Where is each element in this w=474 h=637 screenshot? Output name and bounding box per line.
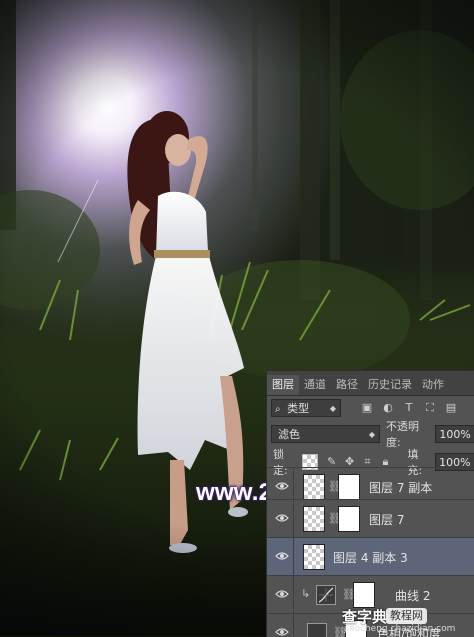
site-badge-url: jiaocheng.chazidian.com xyxy=(344,624,456,634)
updown-arrow-icon: ◆ xyxy=(329,404,336,413)
filter-kind-select[interactable]: ⌕ 类型 ◆ xyxy=(271,399,341,417)
search-icon: ⌕ xyxy=(275,404,281,415)
tab-layers[interactable]: 图层 xyxy=(267,375,299,395)
tab-actions[interactable]: 动作 xyxy=(417,375,449,395)
panel-tabs: 图层 通道 路径 历史记录 动作 xyxy=(267,371,474,396)
curves-adjustment-icon xyxy=(316,585,336,605)
layer-row[interactable]: ⛓ 图层 7 xyxy=(267,499,474,538)
tab-channels[interactable]: 通道 xyxy=(299,375,331,395)
eye-icon[interactable] xyxy=(275,481,289,491)
divider xyxy=(293,500,294,538)
layers-panel: 图层 通道 路径 历史记录 动作 ⌕ 类型 ◆ ▣ ◐ T ⛶ ▤ 滤色 ◆ 不… xyxy=(266,370,474,637)
blend-mode-value: 滤色 xyxy=(278,428,300,441)
layer-thumbnail xyxy=(303,474,325,500)
updown-arrow-icon: ◆ xyxy=(368,430,376,439)
site-badge-pill: 教程网 xyxy=(386,608,427,624)
layer-thumbnail xyxy=(303,506,325,532)
eye-icon[interactable] xyxy=(275,589,289,599)
tab-paths[interactable]: 路径 xyxy=(331,375,363,395)
layer-name: 图层 4 副本 3 xyxy=(333,551,408,565)
eye-icon[interactable] xyxy=(275,551,289,561)
smart-object-filter-icon[interactable]: ▤ xyxy=(445,402,457,414)
layer-mask-thumbnail[interactable] xyxy=(338,474,360,500)
divider xyxy=(293,538,294,576)
type-filter-icon[interactable]: T xyxy=(403,402,415,414)
blend-row: 滤色 ◆ 不透明度: 100% xyxy=(267,420,474,449)
eye-icon[interactable] xyxy=(275,513,289,523)
clipping-arrow-icon: ↳ xyxy=(301,587,311,600)
layer-mask-thumbnail[interactable] xyxy=(338,506,360,532)
layer-row-selected[interactable]: 图层 4 副本 3 xyxy=(267,537,474,576)
site-badge: 查字典 教程网 jiaocheng.chazidian.com xyxy=(342,604,474,636)
layer-name: 曲线 2 xyxy=(395,589,431,603)
blend-mode-select[interactable]: 滤色 ◆ xyxy=(271,425,381,443)
filter-kind-label: 类型 xyxy=(287,402,310,415)
image-filter-icon[interactable]: ▣ xyxy=(361,402,373,414)
hue-saturation-adjustment-icon xyxy=(307,623,327,637)
adjustment-filter-icon[interactable]: ◐ xyxy=(382,402,394,414)
divider xyxy=(293,614,294,637)
layer-name: 图层 7 副本 xyxy=(369,481,433,495)
layer-thumbnail xyxy=(303,544,325,570)
filter-row: ⌕ 类型 ◆ ▣ ◐ T ⛶ ▤ xyxy=(267,397,474,419)
divider xyxy=(293,576,294,614)
tab-history[interactable]: 历史记录 xyxy=(363,375,417,395)
shape-filter-icon[interactable]: ⛶ xyxy=(424,402,436,414)
layer-name: 图层 7 xyxy=(369,513,405,527)
opacity-input[interactable]: 100% xyxy=(435,425,474,443)
